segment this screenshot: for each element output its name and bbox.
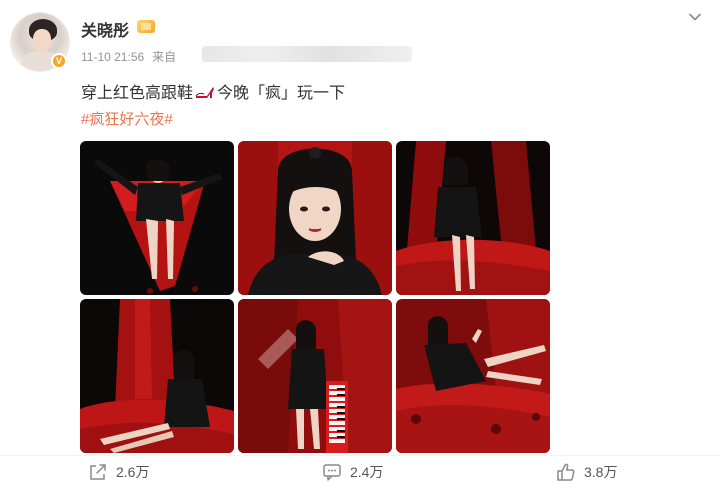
photo-5[interactable] — [238, 299, 392, 453]
source-blurred — [202, 46, 412, 62]
comment-button[interactable]: 2.4万 — [322, 462, 383, 482]
chevron-down-icon[interactable] — [688, 10, 702, 24]
avatar-face — [33, 29, 51, 51]
photo-1[interactable] — [80, 141, 234, 295]
share-icon — [88, 462, 108, 482]
hashtag-link[interactable]: #疯狂好六夜# — [81, 108, 173, 129]
username[interactable]: 关晓彤 — [81, 17, 129, 41]
like-icon — [556, 462, 576, 482]
post-time[interactable]: 11-10 21:56 — [81, 50, 144, 64]
photo-4[interactable] — [80, 299, 234, 453]
photo-grid — [80, 141, 550, 453]
photo-6[interactable] — [396, 299, 550, 453]
post-text-before: 穿上红色高跟鞋 — [81, 85, 194, 102]
action-bar: 2.6万 2.4万 3.8万 — [0, 462, 720, 492]
source-prefix: 来自 — [152, 50, 177, 64]
photo-3[interactable] — [396, 141, 550, 295]
action-divider — [0, 455, 720, 456]
share-count: 2.6万 — [116, 464, 150, 480]
like-button[interactable]: 3.8万 — [556, 462, 617, 482]
comment-icon — [322, 462, 342, 482]
comment-count: 2.4万 — [350, 464, 384, 480]
like-count: 3.8万 — [584, 464, 618, 480]
vip-badge-icon[interactable] — [137, 20, 155, 33]
post-text-after: 今晚「疯」玩一下 — [217, 85, 346, 102]
high-heel-icon — [195, 83, 215, 99]
verified-badge-icon: V — [51, 53, 67, 69]
share-button[interactable]: 2.6万 — [88, 462, 149, 482]
photo-2[interactable] — [238, 141, 392, 295]
post-text: 穿上红色高跟鞋 今晚「疯」玩一下 — [81, 79, 345, 103]
post-meta: 11-10 21:56 来自 — [81, 48, 176, 65]
